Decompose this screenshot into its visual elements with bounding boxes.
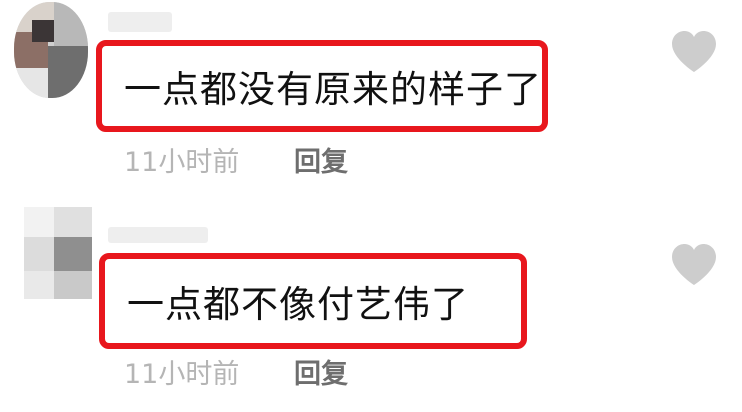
comment-timestamp: 11小时前 bbox=[124, 147, 240, 178]
comment-timestamp: 11小时前 bbox=[124, 359, 240, 390]
highlighted-comment-box: 一点都没有原来的样子了 bbox=[96, 40, 548, 132]
comment-list: 一点都没有原来的样子了 11小时前 回复 一点都不像付艺伟了 11小时前 回复 bbox=[0, 0, 742, 412]
heart-icon bbox=[672, 31, 716, 72]
avatar-segment bbox=[24, 271, 54, 299]
like-button[interactable] bbox=[670, 30, 718, 74]
avatar-segment bbox=[54, 2, 88, 46]
blurred-username bbox=[108, 227, 208, 243]
comment-item: 一点都没有原来的样子了 11小时前 回复 bbox=[0, 0, 742, 205]
avatar-segment bbox=[14, 68, 48, 98]
heart-icon bbox=[672, 244, 716, 285]
comment-item: 一点都不像付艺伟了 11小时前 回复 bbox=[0, 205, 742, 412]
reply-button[interactable]: 回复 bbox=[294, 140, 348, 179]
avatar-segment bbox=[48, 46, 88, 98]
highlighted-comment-box: 一点都不像付艺伟了 bbox=[99, 253, 527, 349]
avatar-segment bbox=[54, 207, 92, 237]
avatar[interactable] bbox=[14, 2, 88, 98]
avatar-segment bbox=[54, 237, 92, 271]
like-button[interactable] bbox=[670, 243, 718, 287]
comment-meta: 11小时前 回复 bbox=[124, 352, 348, 391]
avatar-segment bbox=[24, 207, 54, 237]
avatar[interactable] bbox=[24, 207, 102, 299]
reply-button[interactable]: 回复 bbox=[294, 352, 348, 391]
comment-text: 一点都没有原来的样子了 bbox=[124, 68, 542, 111]
avatar-segment bbox=[54, 271, 92, 299]
comment-text: 一点都不像付艺伟了 bbox=[127, 283, 469, 326]
comment-meta: 11小时前 回复 bbox=[124, 140, 348, 179]
blurred-username bbox=[108, 12, 172, 32]
avatar-segment bbox=[24, 237, 54, 271]
